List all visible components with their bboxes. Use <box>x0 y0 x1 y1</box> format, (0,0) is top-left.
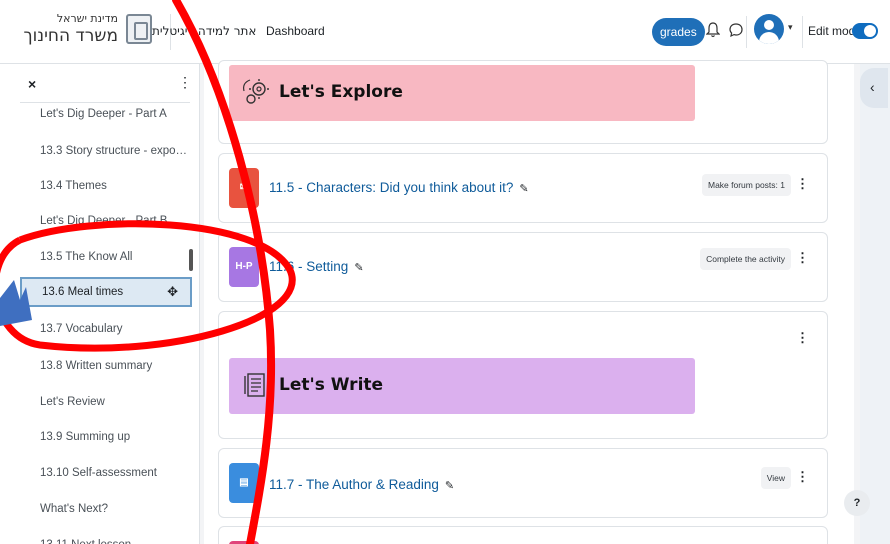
activity-card: H-P 11.6 - Setting ✎ Complete the activit… <box>218 232 828 302</box>
close-drawer-icon[interactable]: × <box>28 76 36 92</box>
logo-line-1: מדינת ישראל <box>56 12 118 25</box>
activity-link[interactable]: 11.6 - Setting ✎ <box>269 259 364 274</box>
chevron-left-icon: ‹ <box>870 79 875 95</box>
edit-mode-toggle[interactable] <box>852 23 878 39</box>
activity-card: ▤ 11.7 - The Author & Reading ✎ View ⋮ <box>218 448 828 518</box>
course-index-item[interactable]: What's Next? <box>20 494 192 524</box>
logo-line-2: משרד החינוך <box>23 26 118 46</box>
course-index-item[interactable]: 13.9 Summing up <box>20 422 192 452</box>
pencil-icon[interactable]: ✎ <box>519 183 528 195</box>
course-index-item[interactable]: 13.7 Vocabulary <box>20 314 192 344</box>
top-navbar: מדינת ישראל משרד החינוך אתר למידה דיגיטל… <box>0 0 890 64</box>
activity-link[interactable]: 11.7 - The Author & Reading ✎ <box>269 477 454 492</box>
course-content: Let's Explore ✉ 11.5 - Characters: Did y… <box>204 60 854 544</box>
avatar-body <box>759 32 779 44</box>
gears-icon <box>243 79 269 104</box>
move-icon[interactable]: ✥ <box>167 279 178 305</box>
section-card-explore: Let's Explore <box>218 60 828 144</box>
grades-button[interactable]: grades <box>652 18 705 46</box>
completion-badge: Complete the activity <box>700 248 791 270</box>
course-index-item-active[interactable]: 13.6 Meal times ✥ <box>20 277 192 307</box>
activity-title: 11.7 - The Author & Reading <box>269 477 439 492</box>
emblem-icon <box>126 14 152 44</box>
course-index-item[interactable]: 13.11 Next lesson <box>20 530 192 544</box>
bell-icon[interactable] <box>706 22 720 38</box>
course-index-item[interactable]: 13.5 The Know All <box>20 242 192 272</box>
course-index-item[interactable]: 13.10 Self-assessment <box>20 458 192 488</box>
pencil-icon[interactable]: ✎ <box>445 480 454 492</box>
activity-link[interactable]: 11.5 - Characters: Did you think about i… <box>269 180 529 195</box>
explore-title: Let's Explore <box>279 82 403 102</box>
page-icon: ▤ <box>229 463 259 503</box>
help-button[interactable]: ? <box>844 490 870 516</box>
notebook-icon <box>244 373 265 397</box>
course-index-item[interactable]: Let's Dig Deeper - Part A <box>20 99 192 129</box>
chevron-down-icon[interactable]: ▾ <box>788 22 793 33</box>
digital-learning-link[interactable]: אתר למידה דיגיטלית <box>152 24 256 38</box>
open-block-drawer-button[interactable]: ‹ <box>860 68 888 108</box>
toggle-knob <box>864 25 876 37</box>
course-index-item[interactable]: Let's Dig Deeper - Part B ... <box>20 206 192 236</box>
completion-badge: Make forum posts: 1 <box>701 174 791 196</box>
write-banner: Let's Write <box>229 358 695 414</box>
pencil-icon[interactable]: ✎ <box>354 262 363 274</box>
chat-icon[interactable] <box>728 22 744 38</box>
course-index-item[interactable]: 13.4 Themes <box>20 171 192 201</box>
course-index-item[interactable]: 13.3 Story structure - exposit... <box>20 136 192 166</box>
dashboard-link[interactable]: Dashboard <box>266 24 325 38</box>
activity-menu-icon[interactable]: ⋮ <box>796 176 809 192</box>
activity-title: 11.6 - Setting <box>269 259 349 274</box>
drawer-scrollbar[interactable] <box>189 249 193 271</box>
explore-banner: Let's Explore <box>229 65 695 121</box>
course-index-item[interactable]: 13.8 Written summary <box>20 351 192 381</box>
activity-menu-icon[interactable]: ⋮ <box>796 250 809 266</box>
completion-badge: View <box>760 467 791 489</box>
course-index-item[interactable]: Let's Review <box>20 387 192 417</box>
write-title: Let's Write <box>279 375 384 395</box>
user-avatar[interactable] <box>754 14 784 44</box>
course-index-item-label: 13.6 Meal times <box>42 286 124 298</box>
forum-icon: ✉ <box>229 168 259 208</box>
activity-card: ✉ 11.5 - Characters: Did you think about… <box>218 153 828 223</box>
activity-menu-icon[interactable]: ⋮ <box>796 469 809 485</box>
right-drawer-rail <box>860 64 890 544</box>
section-card-write: ⋮ Let's Write <box>218 311 828 439</box>
activity-title: 11.5 - Characters: Did you think about i… <box>269 180 514 195</box>
h5p-icon: H-P <box>229 247 259 287</box>
activity-card <box>218 526 828 544</box>
section-menu-icon[interactable]: ⋮ <box>796 330 809 346</box>
navbar-divider <box>746 16 747 48</box>
drawer-menu-icon[interactable]: ⋮ <box>178 74 192 91</box>
navbar-divider <box>802 16 803 48</box>
avatar-head <box>764 20 774 30</box>
ministry-logo[interactable]: מדינת ישראל משרד החינוך <box>22 10 152 54</box>
